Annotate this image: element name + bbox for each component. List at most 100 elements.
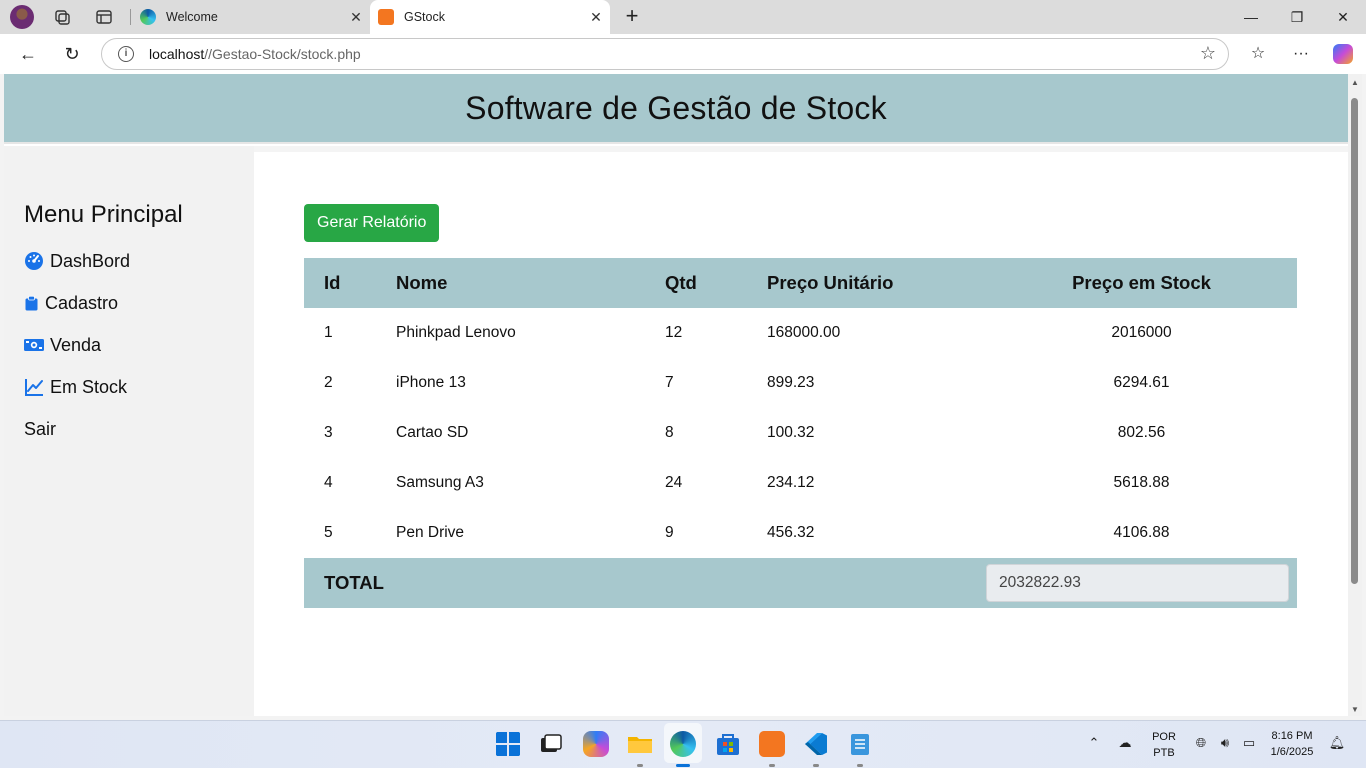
cell-id: 3 — [324, 424, 333, 441]
edge-icon — [140, 9, 156, 25]
onedrive-sync-icon[interactable]: ☁ — [1116, 735, 1134, 753]
battery-icon[interactable]: ▭ — [1240, 735, 1258, 753]
refresh-button[interactable]: ↻ — [60, 42, 84, 66]
tab-title: GStock — [404, 10, 445, 24]
clipboard-icon — [25, 295, 38, 311]
more-menu-icon[interactable]: ··· — [1289, 42, 1313, 66]
vscode-icon[interactable] — [803, 731, 829, 757]
sidebar-item-label: Em Stock — [50, 376, 128, 397]
browser-tab-bar: Welcome ✕ GStock ✕ + — ❐ ✕ — [0, 0, 1366, 34]
cell-preco-em-stock: 2016000 — [1111, 324, 1172, 341]
page-viewport: Software de Gestão de Stock Menu Princip… — [4, 74, 1348, 716]
profile-avatar[interactable] — [10, 5, 34, 29]
tab-gstock[interactable]: GStock ✕ — [370, 0, 610, 34]
table-header-row: Id Nome Qtd Preço Unitário Preço em Stoc… — [304, 258, 1297, 308]
address-bar-row: ← ↻ i localhost//Gestao-Stock/stock.php … — [0, 34, 1366, 74]
clock-date[interactable]: 1/6/2025 — [1266, 746, 1318, 758]
cell-qtd: 12 — [665, 324, 683, 341]
windows-taskbar: ⌃ ☁ POR PTB 🌐︎ 🔊︎ ▭ 8:16 PM 1/6/2025 🔔︎ — [0, 720, 1366, 768]
cell-preco-unitario: 234.12 — [767, 474, 815, 491]
cell-nome: iPhone 13 — [396, 374, 466, 391]
line-chart-icon — [25, 379, 43, 396]
cell-nome: Cartao SD — [396, 424, 469, 441]
active-indicator — [676, 764, 690, 767]
back-button[interactable]: ← — [16, 42, 40, 66]
notepad-icon[interactable] — [847, 731, 873, 757]
scroll-down-arrow-icon[interactable]: ▼ — [1350, 705, 1360, 714]
xampp-icon — [378, 9, 394, 25]
table-row: 5 Pen Drive 9 456.32 4106.88 — [304, 508, 1297, 558]
edge-taskbar-icon[interactable] — [670, 731, 696, 757]
close-window-button[interactable]: ✕ — [1320, 0, 1366, 34]
cell-preco-em-stock: 4106.88 — [1113, 524, 1170, 541]
running-indicator — [637, 764, 643, 767]
scroll-thumb[interactable] — [1351, 98, 1358, 584]
page-scrollbar[interactable]: ▲ ▼ — [1348, 74, 1362, 716]
favorites-icon[interactable]: ☆ — [1246, 42, 1270, 66]
running-indicator — [769, 764, 775, 767]
cell-preco-unitario: 168000.00 — [767, 324, 841, 341]
column-header-preco-em-stock: Preço em Stock — [1072, 272, 1211, 293]
microsoft-store-icon[interactable] — [715, 731, 741, 757]
favorite-star-icon[interactable]: ☆ — [1200, 43, 1216, 64]
cell-nome: Pen Drive — [396, 524, 465, 541]
close-icon[interactable]: ✕ — [342, 9, 370, 26]
cell-preco-unitario: 100.32 — [767, 424, 815, 441]
column-header-preco-unitario: Preço Unitário — [767, 272, 894, 293]
language-indicator-top[interactable]: POR — [1148, 731, 1180, 743]
total-label: TOTAL — [324, 572, 384, 593]
network-globe-icon[interactable]: 🌐︎ — [1192, 735, 1210, 753]
xampp-taskbar-icon[interactable] — [759, 731, 785, 757]
volume-icon[interactable]: 🔊︎ — [1216, 735, 1234, 753]
copilot-taskbar-icon[interactable] — [583, 731, 609, 757]
file-explorer-icon[interactable] — [627, 731, 653, 757]
cell-id: 5 — [324, 524, 333, 541]
column-header-nome: Nome — [396, 272, 448, 293]
money-bill-icon — [24, 339, 44, 351]
cell-preco-em-stock: 802.56 — [1117, 424, 1166, 441]
language-indicator-bottom[interactable]: PTB — [1148, 747, 1180, 759]
cell-preco-unitario: 899.23 — [767, 374, 815, 391]
tab-welcome[interactable]: Welcome ✕ — [132, 0, 370, 34]
restore-button[interactable]: ❐ — [1274, 0, 1320, 34]
cell-id: 2 — [324, 374, 333, 391]
minimize-button[interactable]: — — [1228, 0, 1274, 34]
cell-id: 4 — [324, 474, 333, 491]
sidebar-item-dashbord[interactable]: DashBord — [24, 249, 130, 273]
cell-preco-em-stock: 6294.61 — [1113, 374, 1170, 391]
column-header-id: Id — [324, 272, 341, 293]
cell-preco-unitario: 456.32 — [767, 524, 815, 541]
url-text[interactable]: localhost//Gestao-Stock/stock.php — [149, 46, 361, 62]
close-icon[interactable]: ✕ — [582, 9, 610, 26]
clock-time[interactable]: 8:16 PM — [1266, 730, 1318, 742]
windows-start-icon[interactable] — [495, 731, 521, 757]
cell-nome: Phinkpad Lenovo — [396, 324, 516, 341]
sidebar-item-sair[interactable]: Sair — [24, 417, 56, 441]
copilot-icon[interactable] — [1331, 42, 1355, 66]
scroll-up-arrow-icon[interactable]: ▲ — [1350, 78, 1360, 87]
cell-qtd: 24 — [665, 474, 683, 491]
task-view-icon[interactable] — [538, 731, 564, 757]
cell-qtd: 9 — [665, 524, 674, 541]
notification-bell-icon[interactable]: 🔔︎ — [1328, 735, 1346, 753]
sidebar-item-venda[interactable]: Venda — [24, 333, 101, 357]
table-total-row: TOTAL — [304, 558, 1297, 608]
show-hidden-icons-chevron-icon[interactable]: ⌃ — [1085, 735, 1103, 753]
sidebar-item-label: DashBord — [50, 250, 131, 271]
page-header: Software de Gestão de Stock — [4, 74, 1348, 144]
generate-report-button[interactable]: Gerar Relatório — [304, 204, 440, 242]
sidebar-item-em-stock[interactable]: Em Stock — [24, 375, 127, 399]
new-tab-button[interactable]: + — [620, 4, 644, 28]
tab-separator — [130, 9, 131, 25]
workspaces-icon[interactable] — [53, 8, 71, 26]
table-row: 3 Cartao SD 8 100.32 802.56 — [304, 408, 1297, 458]
tab-actions-icon[interactable] — [95, 8, 113, 26]
sidebar-item-cadastro[interactable]: Cadastro — [24, 291, 118, 315]
site-info-icon[interactable]: i — [118, 46, 134, 62]
address-bar[interactable]: i localhost//Gestao-Stock/stock.php ☆ — [101, 38, 1229, 70]
cell-preco-em-stock: 5618.88 — [1113, 474, 1170, 491]
cell-nome: Samsung A3 — [396, 474, 484, 491]
cell-id: 1 — [324, 324, 333, 341]
total-value-field[interactable] — [986, 564, 1289, 602]
table-row: 2 iPhone 13 7 899.23 6294.61 — [304, 358, 1297, 408]
